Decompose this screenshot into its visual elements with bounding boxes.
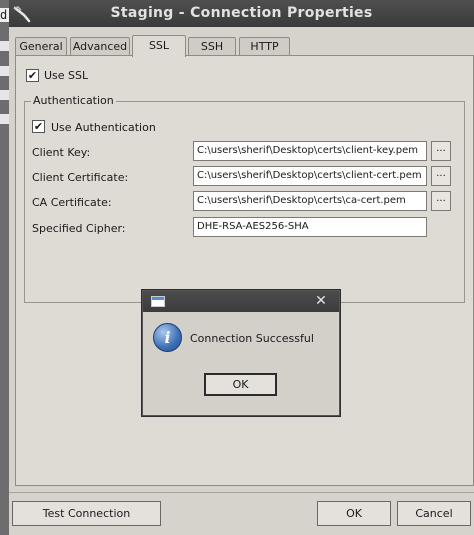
tab-ssl[interactable]: SSL xyxy=(132,35,186,57)
tab-advanced[interactable]: Advanced xyxy=(70,37,130,56)
specified-cipher-input[interactable]: DHE-RSA-AES256-SHA xyxy=(193,217,427,237)
close-icon[interactable]: ✕ xyxy=(309,292,333,310)
desktop-background: d xyxy=(0,0,9,535)
background-window-bar xyxy=(0,41,9,51)
background-window-fragment: d xyxy=(0,8,9,22)
tab-general[interactable]: General xyxy=(15,37,67,56)
background-window-bar xyxy=(0,114,9,124)
connection-result-dialog: ✕ i Connection Successful OK xyxy=(142,290,340,416)
background-window-bar xyxy=(0,66,9,76)
cancel-button[interactable]: Cancel xyxy=(397,501,471,526)
specified-cipher-label: Specified Cipher: xyxy=(32,222,126,235)
tab-http[interactable]: HTTP xyxy=(239,37,290,56)
client-key-input[interactable]: C:\users\sherif\Desktop\certs\client-key… xyxy=(193,141,427,161)
ca-certificate-input[interactable]: C:\users\sherif\Desktop\certs\ca-cert.pe… xyxy=(193,191,427,211)
dialog-ok-button[interactable]: OK xyxy=(204,373,277,396)
ca-certificate-browse-button[interactable]: ... xyxy=(431,191,451,211)
dialog-message: Connection Successful xyxy=(190,332,314,345)
ok-button[interactable]: OK xyxy=(317,501,391,526)
info-icon: i xyxy=(153,323,182,352)
background-window-bar xyxy=(0,90,9,100)
client-certificate-browse-button[interactable]: ... xyxy=(431,166,451,186)
client-key-browse-button[interactable]: ... xyxy=(431,141,451,161)
dialog-window-icon xyxy=(151,296,165,307)
use-authentication-checkbox[interactable]: ✔ xyxy=(32,120,45,133)
app-logo-icon xyxy=(13,6,31,23)
authentication-group-title: Authentication xyxy=(31,94,116,107)
use-authentication-label: Use Authentication xyxy=(51,121,156,134)
window-titlebar[interactable]: Staging - Connection Properties xyxy=(9,0,474,27)
footer-divider xyxy=(9,492,474,493)
client-key-label: Client Key: xyxy=(32,146,91,159)
client-certificate-label: Client Certificate: xyxy=(32,171,129,184)
use-ssl-label: Use SSL xyxy=(44,69,89,82)
client-certificate-input[interactable]: C:\users\sherif\Desktop\certs\client-cer… xyxy=(193,166,427,186)
window-title: Staging - Connection Properties xyxy=(110,5,373,21)
authentication-group: Authentication ✔ Use Authentication Clie… xyxy=(24,94,465,303)
test-connection-button[interactable]: Test Connection xyxy=(12,501,161,526)
tab-ssh[interactable]: SSH xyxy=(188,37,236,56)
connection-properties-window: Staging - Connection Properties General … xyxy=(9,0,474,535)
dialog-titlebar[interactable]: ✕ xyxy=(143,291,339,312)
use-ssl-checkbox[interactable]: ✔ xyxy=(26,69,39,82)
ssl-tab-panel: ✔ Use SSL Authentication ✔ Use Authentic… xyxy=(15,55,474,486)
ca-certificate-label: CA Certificate: xyxy=(32,196,112,209)
